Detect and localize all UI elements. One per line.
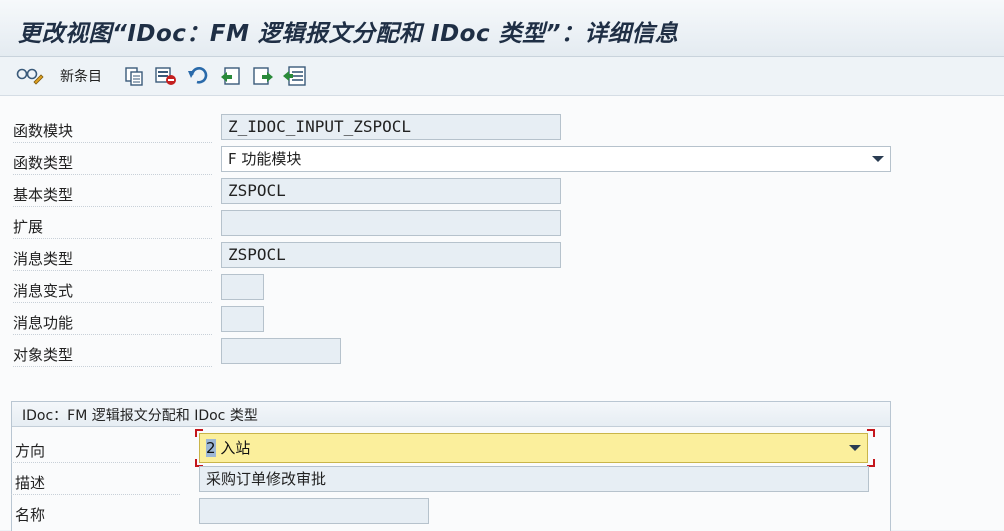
name-field[interactable] <box>199 498 429 524</box>
message-function-row: 消息功能 <box>13 308 213 334</box>
function-module-field[interactable]: Z_IDOC_INPUT_ZSPOCL <box>221 114 561 140</box>
divider <box>13 206 213 207</box>
group-title: IDoc：FM 逻辑报文分配和 IDoc 类型 <box>22 408 258 424</box>
extension-row: 扩展 <box>13 212 213 238</box>
message-function-label: 消息功能 <box>13 314 74 332</box>
delete-button[interactable] <box>155 66 177 86</box>
direction-dropdown[interactable]: 2 入站 <box>199 433 868 463</box>
new-entries-label: 新条目 <box>60 69 102 85</box>
chevron-down-icon[interactable] <box>872 156 884 162</box>
extension-label: 扩展 <box>13 218 44 236</box>
select-block-button[interactable] <box>283 66 307 86</box>
function-type-dropdown[interactable]: F 功能模块 <box>221 146 891 172</box>
basic-type-label: 基本类型 <box>13 186 74 204</box>
divider <box>11 494 181 495</box>
basic-type-field[interactable]: ZSPOCL <box>221 178 561 204</box>
delete-icon <box>155 67 176 85</box>
function-type-row: 函数类型 <box>13 148 213 174</box>
undo-icon <box>188 67 208 84</box>
divider <box>13 142 213 143</box>
direction-text: 入站 <box>220 439 251 457</box>
function-module-row: 函数模块 <box>13 116 213 142</box>
extension-field[interactable] <box>221 210 561 236</box>
object-type-label: 对象类型 <box>13 346 74 364</box>
application-toolbar: 新条目 <box>0 57 1004 96</box>
previous-entry-button[interactable] <box>220 66 242 86</box>
message-type-label: 消息类型 <box>13 250 74 268</box>
divider <box>11 462 181 463</box>
message-variant-row: 消息变式 <box>13 276 213 302</box>
message-type-field[interactable]: ZSPOCL <box>221 242 561 268</box>
display-change-icon <box>16 68 44 85</box>
description-label: 描述 <box>15 474 46 492</box>
copy-icon <box>125 67 143 86</box>
object-type-field[interactable] <box>221 338 341 364</box>
direction-label: 方向 <box>15 442 46 460</box>
previous-entry-icon <box>221 67 240 85</box>
direction-row: 方向 <box>11 435 181 461</box>
message-function-field[interactable] <box>221 306 264 332</box>
divider <box>13 238 213 239</box>
divider <box>13 366 213 367</box>
description-row: 描述 <box>11 467 181 493</box>
select-block-icon <box>283 66 306 86</box>
object-type-row: 对象类型 <box>13 340 213 366</box>
message-variant-field[interactable] <box>221 274 264 300</box>
name-row: 名称 <box>11 499 181 525</box>
message-variant-label: 消息变式 <box>13 282 74 300</box>
focus-bracket <box>867 429 875 437</box>
divider <box>13 270 213 271</box>
function-module-label: 函数模块 <box>13 122 74 140</box>
divider <box>13 302 213 303</box>
copy-button[interactable] <box>124 66 144 86</box>
new-entries-button[interactable]: 新条目 <box>56 66 102 86</box>
undo-button[interactable] <box>187 66 209 86</box>
chevron-down-icon[interactable] <box>849 445 861 451</box>
description-field[interactable]: 采购订单修改审批 <box>199 466 869 492</box>
group-header: IDoc：FM 逻辑报文分配和 IDoc 类型 <box>12 402 890 427</box>
message-type-row: 消息类型 <box>13 244 213 270</box>
title-bar: 更改视图“IDoc：FM 逻辑报文分配和 IDoc 类型”：详细信息 <box>0 0 1004 57</box>
basic-type-row: 基本类型 <box>13 180 213 206</box>
direction-code: 2 <box>206 439 216 457</box>
function-type-label: 函数类型 <box>13 154 74 172</box>
name-label: 名称 <box>15 506 46 524</box>
next-entry-button[interactable] <box>252 66 274 86</box>
divider <box>13 174 213 175</box>
function-type-value: F 功能模块 <box>228 150 302 168</box>
window-title: 更改视图“IDoc：FM 逻辑报文分配和 IDoc 类型”：详细信息 <box>18 21 679 47</box>
next-entry-icon <box>253 67 273 85</box>
focus-bracket <box>195 429 203 437</box>
display-change-button[interactable] <box>16 66 44 86</box>
divider <box>13 334 213 335</box>
